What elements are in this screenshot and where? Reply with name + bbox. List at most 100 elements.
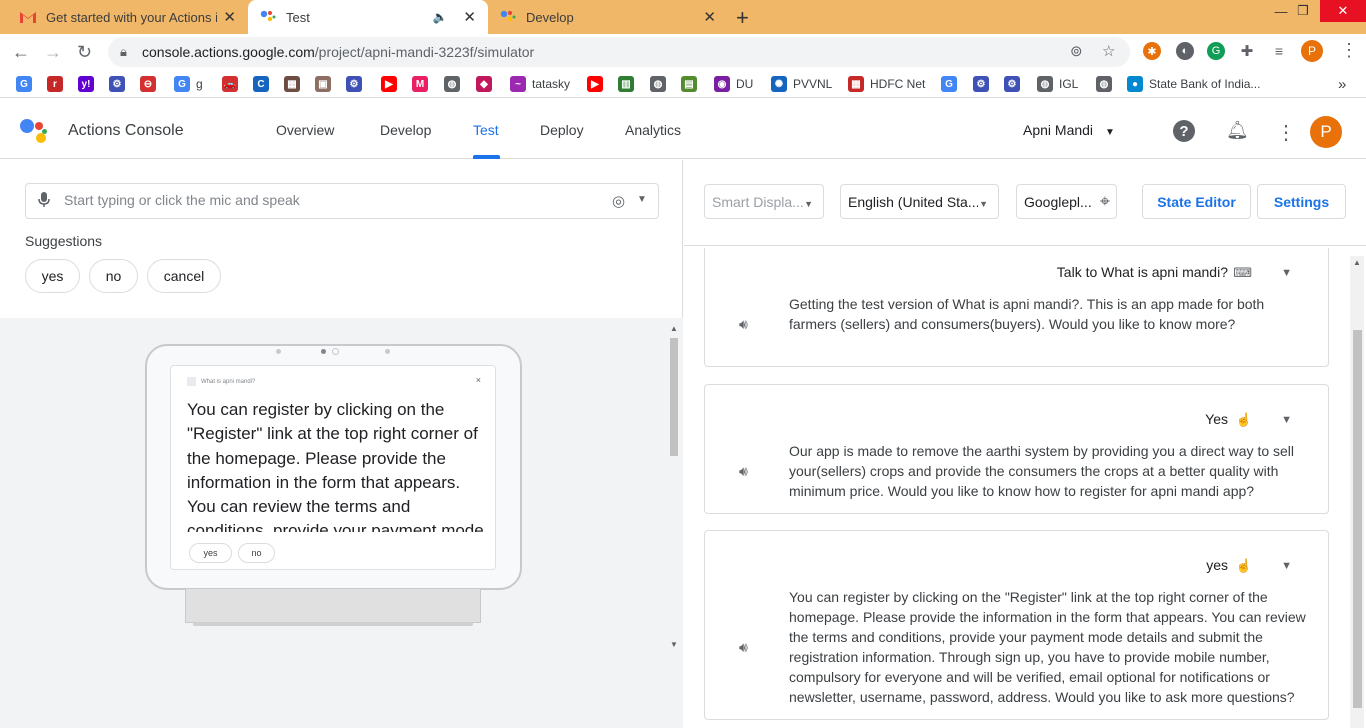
bookmark-item[interactable]: ⚙ (346, 75, 362, 93)
caret-down-icon: ▼ (804, 199, 813, 209)
new-tab-button[interactable]: + (736, 5, 749, 31)
bookmark-item[interactable]: ⚙ (109, 75, 125, 93)
account-avatar[interactable]: P (1310, 116, 1342, 148)
bookmark-item[interactable]: y! (78, 75, 94, 93)
bookmark-item[interactable]: ✺ PVVNL (771, 75, 832, 93)
bookmark-item[interactable]: Gg (174, 75, 203, 93)
tab-develop[interactable]: Develop (380, 122, 431, 138)
actions-icon (260, 9, 276, 25)
speaker-icon[interactable]: 🔈 (432, 10, 447, 24)
extension-icon[interactable]: ✱ (1143, 42, 1161, 60)
caret-down-icon[interactable]: ▼ (637, 194, 647, 205)
suggestion-chip-yes[interactable]: yes (25, 259, 80, 293)
browser-tab-develop[interactable]: Develop ✕ (488, 0, 728, 34)
bookmark-item[interactable]: ⚙ (973, 75, 989, 93)
chevron-down-icon[interactable]: ▼ (1281, 414, 1292, 426)
rail-icon: ⊖ (140, 76, 156, 92)
suggestion-chip-cancel[interactable]: cancel (147, 259, 221, 293)
tab-deploy[interactable]: Deploy (540, 122, 584, 138)
mic-icon[interactable] (38, 192, 50, 211)
device-chip-yes[interactable]: yes (189, 543, 232, 563)
bookmark-item[interactable]: ◉ DU (714, 75, 753, 93)
bookmark-item[interactable]: ▦ (284, 75, 300, 93)
project-selector[interactable]: Apni Mandi ▼ (1023, 122, 1115, 138)
bookmark-item[interactable]: G (16, 75, 32, 93)
address-bar[interactable]: 🔒︎ console.actions.google.com/project/ap… (108, 37, 1130, 67)
bookmark-item[interactable]: ▶ (381, 75, 397, 93)
bookmark-item[interactable]: ▦ HDFC Net (848, 75, 925, 93)
voice-settings-icon[interactable]: ◎ (612, 192, 625, 210)
bookmark-star-icon[interactable]: ☆ (1102, 42, 1115, 60)
bookmark-item[interactable]: ▶ (587, 75, 603, 93)
more-vert-icon[interactable]: ⋮ (1276, 120, 1296, 145)
speaker-icon[interactable]: 🔊︎ (739, 463, 748, 480)
back-icon[interactable]: ← (12, 42, 30, 63)
bookmarks-bar: » Gr y! ⚙ ⊖ Gg 🚗 C ▦ ▣ ⚙ ▶ M ◍ ◆ ~ tatasky ▶ ▥ ◍ ▤ ◉ DU ✺ PVVNL… (0, 70, 1366, 98)
bookmark-item[interactable]: ◆ (476, 75, 492, 93)
bookmark-item[interactable]: G (941, 75, 957, 93)
speaker-icon[interactable]: 🔊︎ (739, 316, 748, 333)
grammarly-icon[interactable]: G (1207, 42, 1225, 60)
query-input[interactable] (64, 192, 604, 208)
close-window-button[interactable]: ✕ (1320, 0, 1366, 22)
forward-icon[interactable]: → (44, 42, 62, 63)
bookmark-item[interactable]: ◍ (1096, 75, 1112, 93)
bookmark-item[interactable]: ▥ (618, 75, 634, 93)
bookmark-item[interactable]: ▤ (681, 75, 697, 93)
device-screen: What is apni mandi? × You can register b… (170, 365, 496, 570)
extension-icon[interactable]: ◐ (1176, 42, 1194, 60)
url-text[interactable]: console.actions.google.com/project/apni-… (142, 44, 534, 60)
close-tab-icon[interactable]: ✕ (223, 8, 236, 26)
speaker-icon[interactable]: 🔊︎ (739, 639, 748, 656)
keyboard-icon: ⌨ (1233, 265, 1252, 280)
globe-icon: ◍ (444, 76, 460, 92)
profile-avatar[interactable]: P (1301, 40, 1323, 62)
location-select[interactable]: Googlepl... ⌖ (1016, 184, 1117, 219)
bookmark-item[interactable]: r (47, 75, 63, 93)
bookmark-item[interactable]: ⊖ (140, 75, 156, 93)
surface-select[interactable]: Smart Displa... ▼ (704, 184, 824, 219)
lock-icon[interactable]: 🔒︎ (120, 44, 127, 60)
help-icon[interactable]: ? (1173, 120, 1195, 142)
bookmark-item[interactable]: ⚙ (1004, 75, 1020, 93)
tab-test[interactable]: Test (473, 122, 499, 138)
language-select[interactable]: English (United Sta... ▼ (840, 184, 999, 219)
tab-overview[interactable]: Overview (276, 122, 334, 138)
bookmark-item[interactable]: M (412, 75, 428, 93)
device-chip-no[interactable]: no (238, 543, 275, 563)
tab-analytics[interactable]: Analytics (625, 122, 681, 138)
device-preview-scrollbar[interactable]: ▲ ▼ (668, 324, 680, 654)
close-tab-icon[interactable]: ✕ (463, 8, 476, 26)
bookmark-item[interactable]: 🚗 (222, 75, 238, 93)
close-tab-icon[interactable]: ✕ (703, 8, 716, 26)
reload-icon[interactable]: ↻ (77, 42, 92, 63)
bookmark-item[interactable]: ◍ (650, 75, 666, 93)
bookmark-item[interactable]: ▣ (315, 75, 331, 93)
browser-menu-icon[interactable]: ⋮ (1340, 40, 1358, 61)
bookmark-item[interactable]: ◍ (444, 75, 460, 93)
settings-button[interactable]: Settings (1257, 184, 1346, 219)
bookmark-item[interactable]: ~ tatasky (510, 75, 570, 93)
assistant-response: Getting the test version of What is apni… (789, 296, 1265, 332)
browser-tab-test[interactable]: Test 🔈 ✕ (248, 0, 488, 34)
notifications-bell-icon[interactable]: 🔔︎ (1226, 120, 1249, 141)
chevron-down-icon[interactable]: ▼ (1281, 560, 1292, 572)
actions-logo-icon[interactable] (20, 117, 48, 145)
chevron-down-icon[interactable]: ▼ (1281, 267, 1292, 279)
gov-icon: ⚙ (109, 76, 125, 92)
site-permissions-icon[interactable]: ⊚ (1070, 42, 1083, 60)
bookmark-item[interactable]: ◍ IGL (1037, 75, 1078, 93)
bookmarks-more-icon[interactable]: » (1338, 75, 1346, 93)
suggestion-chip-no[interactable]: no (89, 259, 138, 293)
google-icon: G (16, 76, 32, 92)
bookmark-item[interactable]: ● State Bank of India... (1127, 75, 1260, 93)
extensions-puzzle-icon[interactable]: ✚ (1238, 42, 1256, 60)
bookmark-item[interactable]: C (253, 75, 269, 93)
bank-icon: ▥ (618, 76, 634, 92)
media-control-icon[interactable]: ≡ (1270, 42, 1288, 60)
query-input-box[interactable]: ◎ ▼ (25, 183, 659, 219)
state-editor-button[interactable]: State Editor (1142, 184, 1251, 219)
browser-tab-gmail[interactable]: Get started with your Actions in r ✕ (8, 0, 248, 34)
close-icon[interactable]: × (476, 375, 481, 385)
conversation-scrollbar[interactable]: ▲ (1350, 256, 1364, 728)
